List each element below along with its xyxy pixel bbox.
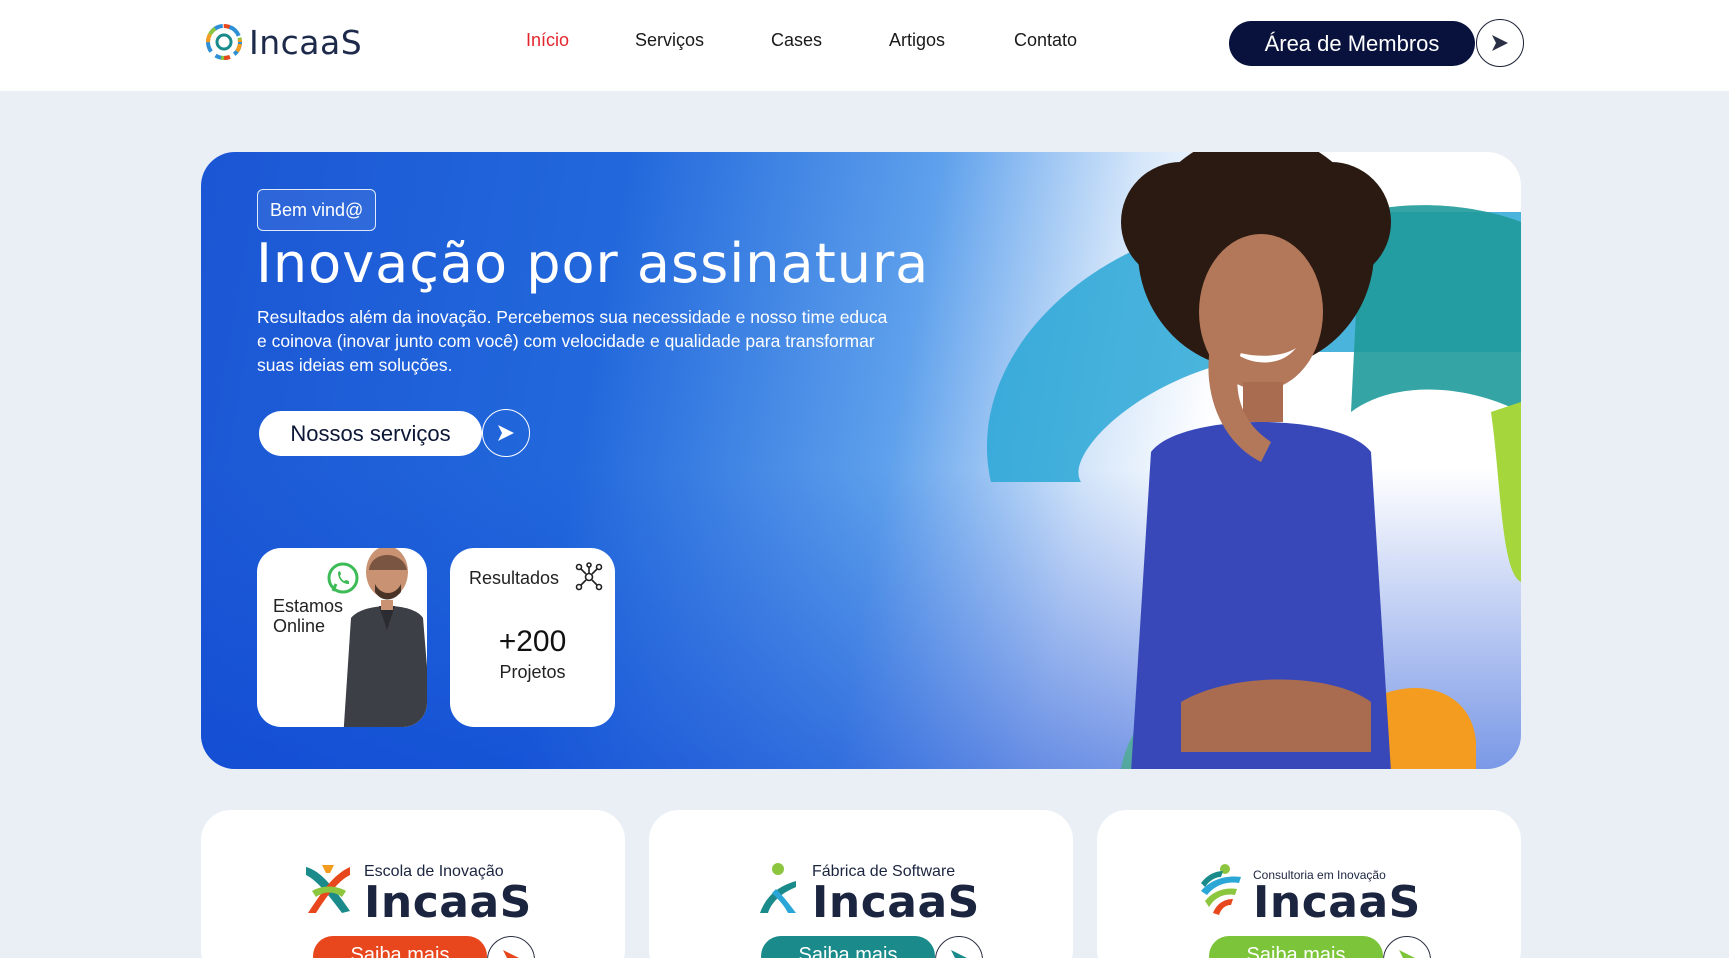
- online-contact-card[interactable]: Estamos Online: [257, 548, 427, 727]
- software-mark-icon: [760, 863, 796, 913]
- welcome-badge: Bem vind@: [257, 189, 377, 231]
- hero-description: Resultados além da inovação. Percebemos …: [257, 307, 888, 375]
- software-logo: Fábrica de Software IncaaS: [756, 861, 979, 928]
- results-count: +200: [498, 625, 567, 658]
- consulting-arrow-button[interactable]: [1383, 936, 1431, 958]
- consulting-logo: Consultoria em Inovação IncaaS: [1197, 861, 1427, 928]
- hero-banner: Bem vind@ Inovação por assinatura Result…: [201, 152, 1521, 769]
- consulting-name: IncaaS: [1253, 877, 1421, 928]
- nav-artigos[interactable]: Artigos: [889, 30, 945, 51]
- service-card-school: Escola de Inovação IncaaS Saiba mais: [201, 810, 625, 958]
- service-card-consulting: Consultoria em Inovação IncaaS Saiba mai…: [1097, 810, 1521, 958]
- school-mark-icon: [306, 865, 350, 913]
- nav-contato[interactable]: Contato: [1014, 30, 1077, 51]
- arrow-right-icon: [1399, 950, 1415, 958]
- nav-cases[interactable]: Cases: [771, 30, 822, 51]
- results-card: Resultados +200 Projetos: [450, 548, 615, 727]
- hero-woman-photo: [1121, 152, 1391, 769]
- members-arrow-button[interactable]: [1476, 19, 1524, 67]
- school-arrow-button[interactable]: [487, 936, 535, 958]
- service-card-software: Fábrica de Software IncaaS Saiba mais: [649, 810, 1073, 958]
- results-unit: Projetos: [499, 662, 566, 682]
- our-services-button[interactable]: Nossos serviços: [259, 411, 482, 456]
- nav-servicos[interactable]: Serviços: [635, 30, 704, 51]
- software-learn-more-button[interactable]: Saiba mais: [761, 936, 935, 958]
- arrow-right-icon: [951, 950, 967, 958]
- hero-title: Inovação por assinatura: [256, 232, 930, 295]
- school-name: IncaaS: [364, 877, 532, 928]
- consulting-mark-icon: [1201, 864, 1241, 915]
- software-name: IncaaS: [812, 877, 980, 928]
- site-header: IncaaS Início Serviços Cases Artigos Con…: [0, 0, 1729, 91]
- school-learn-more-button[interactable]: Saiba mais: [313, 936, 487, 958]
- school-logo: Escola de Inovação IncaaS: [302, 861, 531, 928]
- software-arrow-button[interactable]: [935, 936, 983, 958]
- network-icon: [575, 562, 603, 591]
- results-title: Resultados: [469, 568, 560, 588]
- consulting-learn-more-button[interactable]: Saiba mais: [1209, 936, 1383, 958]
- support-agent-photo: [343, 548, 427, 727]
- arrow-right-icon: [1492, 35, 1508, 51]
- our-services-arrow-button[interactable]: [482, 409, 530, 457]
- nav-inicio[interactable]: Início: [526, 30, 569, 51]
- online-label: Estamos Online: [273, 596, 344, 636]
- arrow-right-icon: [498, 425, 514, 441]
- members-area-button[interactable]: Área de Membros: [1229, 21, 1475, 66]
- arrow-right-icon: [503, 950, 519, 958]
